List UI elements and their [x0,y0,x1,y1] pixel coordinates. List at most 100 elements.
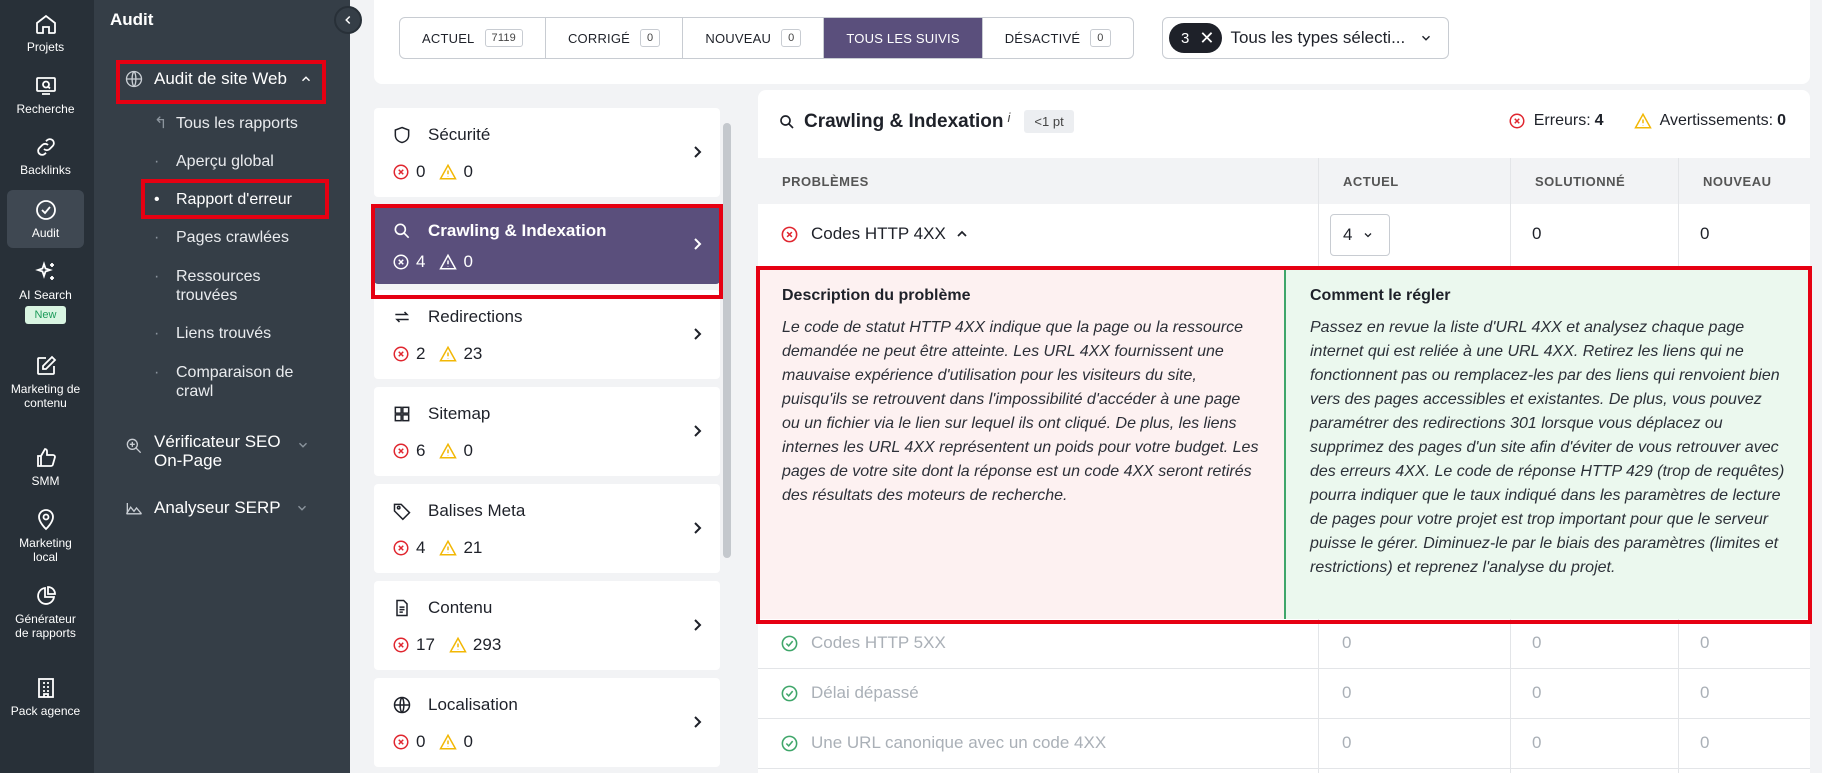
error-count: 17 [416,635,435,654]
nav-item-tous-rapports[interactable]: ↰ Tous les rapports [154,114,336,133]
tab-corrige[interactable]: CORRIGÉ 0 [546,18,684,58]
tab-label: TOUS LES SUIVIS [846,30,960,46]
column-divider [1510,204,1511,267]
clear-icon[interactable]: ✕ [1199,28,1214,49]
category-name: Localisation [428,695,518,714]
category-scrollbar[interactable] [723,123,731,558]
nav-item-label: Pages crawlées [176,229,289,246]
table-row[interactable]: Codes HTTP 5XX 0 0 0 [758,619,1810,669]
category-name: Balises Meta [428,501,526,520]
collapse-sidebar-button[interactable] [334,6,362,34]
table-row-expanded[interactable]: Codes HTTP 4XX 4 0 0 [758,204,1810,267]
tab-label: CORRIGÉ [567,30,631,46]
tab-label: ACTUEL [422,30,475,46]
rail-label: AI Search [19,288,72,302]
category-card-sitemap[interactable]: Sitemap 6 0 [374,387,720,476]
category-card-contenu[interactable]: Contenu 17 293 [374,581,720,670]
new-badge: New [25,306,66,324]
rail-item-projets[interactable]: Projets [7,12,84,58]
column-header-nouveau[interactable]: NOUVEAU [1678,158,1810,204]
tab-count: 7119 [484,29,523,47]
rail-item-pack-agence[interactable]: Pack agence [7,676,84,736]
rail-item-ai-search[interactable]: AI Search New [7,260,84,334]
error-icon [393,443,409,459]
bullet-icon: • [154,191,160,208]
nav-item-comparaison-crawl[interactable]: · Comparaison de crawl [154,363,316,401]
sparkle-icon [34,261,54,280]
nav-item-liens-trouves[interactable]: · Liens trouvés [154,324,336,343]
category-name: Sécurité [428,125,491,144]
warning-icon [1633,112,1652,129]
rail-item-generateur-rapports[interactable]: Générateur de rapports [7,584,84,658]
error-icon [781,226,798,242]
nav-item-label: Comparaison de crawl [176,364,294,400]
category-card-securite[interactable]: Sécurité 0 0 [374,108,720,197]
nav-item-rapport-erreur[interactable]: • Rapport d'erreur [154,190,336,209]
status-tabs: ACTUEL 7119 CORRIGÉ 0 NOUVEAU 0 TOUS LES… [399,17,1134,59]
category-name: Contenu [428,598,493,617]
warning-count: 0 [463,162,473,181]
shield-icon [394,126,410,144]
tab-tous-suivis[interactable]: TOUS LES SUIVIS [824,18,983,58]
redirect-icon [395,311,409,323]
column-divider [1318,619,1319,773]
column-header-problemes[interactable]: PROBLÈMES [758,158,1318,204]
error-icon [1509,113,1525,129]
table-row[interactable]: Délai dépassé 0 0 0 [758,669,1810,719]
warning-count: 0 [463,441,473,460]
chevron-up-icon[interactable] [954,226,970,242]
column-header-solutionne[interactable]: SOLUTIONNÉ [1510,158,1678,204]
category-card-crawling[interactable]: Crawling & Indexation 4 0 [374,204,720,284]
column-header-actuel[interactable]: ACTUEL [1318,158,1510,204]
rail-item-marketing-contenu[interactable]: Marketing de contenu [7,354,84,428]
nav-group-site-audit[interactable]: Audit de site Web [124,69,313,89]
warning-count: 23 [463,344,483,363]
error-count: 0 [416,732,426,751]
issue-name: Une URL canonique avec un code 4XX [811,733,1107,752]
error-icon [393,540,409,556]
panel-title-text: Crawling & Indexation [804,110,1004,132]
category-card-redirections[interactable]: Redirections 2 23 [374,290,720,379]
category-card-localisation[interactable]: Localisation 0 0 [374,678,720,767]
description-text: Le code de statut HTTP 4XX indique que l… [782,319,1259,504]
nav-item-label: Liens trouvés [176,325,272,342]
new-count: 0 [1700,683,1710,702]
bullet-icon: · [154,153,160,170]
nav-item-ressources-trouvees[interactable]: · Ressources trouvées [154,267,316,305]
nav-item-apercu-global[interactable]: · Aperçu global [154,152,336,171]
rail-item-audit[interactable]: Audit [7,190,84,248]
check-circle-icon [781,635,798,651]
info-icon[interactable]: i [1008,110,1011,125]
current-count: 0 [1342,683,1352,702]
tab-nouveau[interactable]: NOUVEAU 0 [683,18,825,58]
warning-icon [439,733,458,750]
points-badge: <1 pt [1024,110,1074,133]
rail-item-recherche[interactable]: Recherche [7,74,84,120]
issue-type-select[interactable]: 3 ✕ Tous les types sélecti... [1162,17,1449,59]
column-divider [1510,619,1511,773]
solved-count: 0 [1532,224,1542,243]
nav-group-serp[interactable]: Analyseur SERP [124,498,309,518]
nav-item-pages-crawlees[interactable]: · Pages crawlées [154,228,336,247]
warning-count: 21 [463,538,483,557]
rail-item-backlinks[interactable]: Backlinks [7,135,84,181]
check-circle-icon [781,685,798,701]
tab-actuel[interactable]: ACTUEL 7119 [400,18,546,58]
thumbs-up-icon [36,448,56,467]
rail-item-marketing-local[interactable]: Marketing local [7,508,84,568]
tab-label: NOUVEAU [705,30,772,46]
rail-item-smm[interactable]: SMM [7,446,84,492]
current-count-select[interactable]: 4 [1330,214,1390,256]
tab-desactive[interactable]: DÉSACTIVÉ 0 [983,18,1133,58]
nav-group-onpage[interactable]: Vérificateur SEO On-Page [124,432,310,470]
solved-count: 0 [1532,633,1542,652]
category-card-balises-meta[interactable]: Balises Meta 4 21 [374,484,720,573]
search-icon [394,223,410,239]
bullet-icon: · [154,268,160,285]
chevron-right-icon [694,425,702,437]
warning-icon [439,345,458,362]
error-count: 4 [416,252,426,271]
search-icon [780,114,794,129]
table-row[interactable]: Une URL canonique avec un code 4XX 0 0 0 [758,719,1810,769]
warnings-total: 0 [1777,112,1786,129]
